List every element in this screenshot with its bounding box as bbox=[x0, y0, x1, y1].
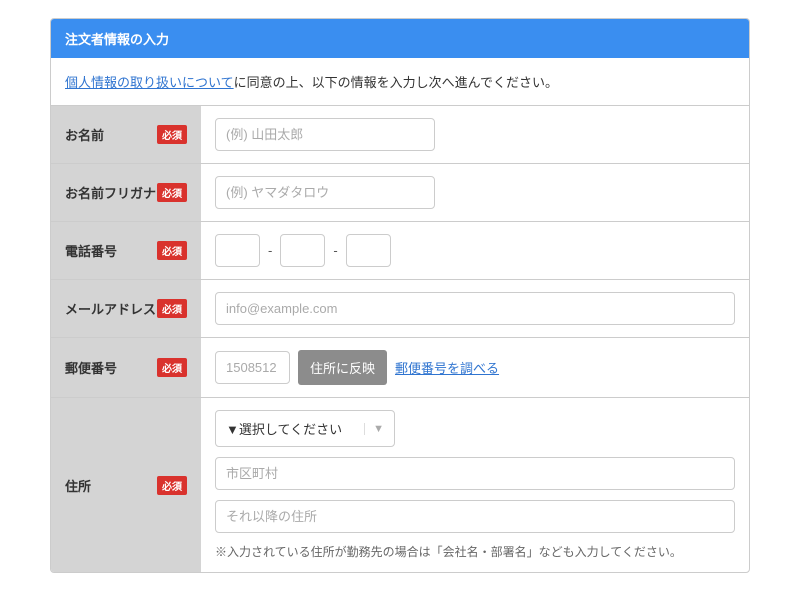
row-name: お名前 必須 bbox=[51, 106, 749, 164]
row-phone: 電話番号 必須 - - bbox=[51, 222, 749, 280]
order-customer-info-panel: 注文者情報の入力 個人情報の取り扱いについてに同意の上、以下の情報を入力し次へ進… bbox=[50, 18, 750, 573]
prefecture-select-placeholder: ▼選択してください bbox=[226, 419, 342, 438]
intro-after-text: に同意の上、以下の情報を入力し次へ進んでください。 bbox=[234, 75, 558, 90]
label-address: 住所 bbox=[65, 476, 91, 495]
label-name: お名前 bbox=[65, 125, 104, 144]
name-kana-input[interactable] bbox=[215, 176, 435, 209]
label-cell-address: 住所 必須 bbox=[51, 398, 201, 572]
address-rest-input[interactable] bbox=[215, 500, 735, 533]
label-phone: 電話番号 bbox=[65, 241, 117, 260]
required-badge: 必須 bbox=[157, 476, 187, 495]
privacy-policy-link[interactable]: 個人情報の取り扱いについて bbox=[65, 75, 234, 90]
postal-input[interactable] bbox=[215, 351, 290, 384]
panel-title: 注文者情報の入力 bbox=[51, 19, 749, 58]
postal-lookup-link[interactable]: 郵便番号を調べる bbox=[395, 358, 499, 377]
required-badge: 必須 bbox=[157, 183, 187, 202]
phone-dash-2: - bbox=[333, 243, 337, 258]
address-helper-text: ※入力されている住所が勤務先の場合は「会社名・部署名」なども入力してください。 bbox=[215, 543, 735, 560]
label-cell-postal: 郵便番号 必須 bbox=[51, 338, 201, 397]
row-name-kana: お名前フリガナ 必須 bbox=[51, 164, 749, 222]
label-postal: 郵便番号 bbox=[65, 358, 117, 377]
required-badge: 必須 bbox=[157, 125, 187, 144]
label-name-kana: お名前フリガナ bbox=[65, 183, 156, 202]
phone-input-2[interactable] bbox=[280, 234, 325, 267]
phone-input-3[interactable] bbox=[346, 234, 391, 267]
required-badge: 必須 bbox=[157, 241, 187, 260]
row-email: メールアドレス 必須 bbox=[51, 280, 749, 338]
required-badge: 必須 bbox=[157, 358, 187, 377]
chevron-down-icon: ▼ bbox=[364, 423, 384, 435]
phone-dash-1: - bbox=[268, 243, 272, 258]
apply-postal-button[interactable]: 住所に反映 bbox=[298, 350, 387, 385]
email-input[interactable] bbox=[215, 292, 735, 325]
row-address: 住所 必須 ▼選択してください ▼ ※入力されている住所が勤務先の場合は「会社名… bbox=[51, 398, 749, 572]
row-postal: 郵便番号 必須 住所に反映 郵便番号を調べる bbox=[51, 338, 749, 398]
label-cell-name-kana: お名前フリガナ 必須 bbox=[51, 164, 201, 221]
name-input[interactable] bbox=[215, 118, 435, 151]
label-email: メールアドレス bbox=[65, 299, 156, 318]
intro-text: 個人情報の取り扱いについてに同意の上、以下の情報を入力し次へ進んでください。 bbox=[51, 58, 749, 106]
phone-input-1[interactable] bbox=[215, 234, 260, 267]
label-cell-phone: 電話番号 必須 bbox=[51, 222, 201, 279]
prefecture-select[interactable]: ▼選択してください ▼ bbox=[215, 410, 395, 447]
label-cell-email: メールアドレス 必須 bbox=[51, 280, 201, 337]
city-input[interactable] bbox=[215, 457, 735, 490]
label-cell-name: お名前 必須 bbox=[51, 106, 201, 163]
required-badge: 必須 bbox=[157, 299, 187, 318]
